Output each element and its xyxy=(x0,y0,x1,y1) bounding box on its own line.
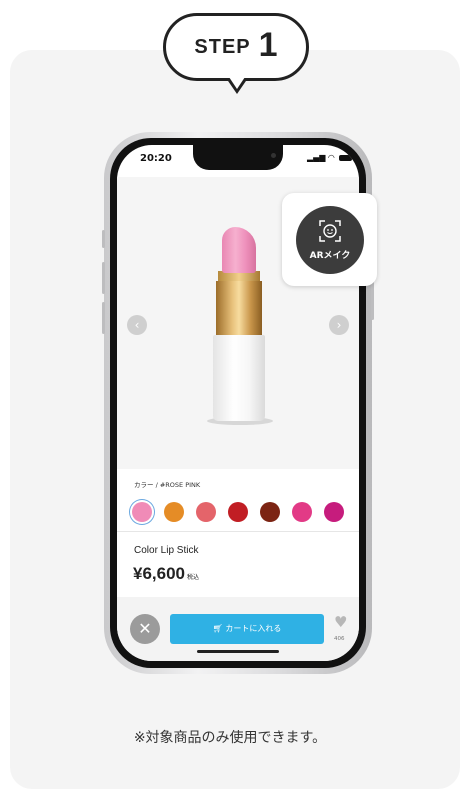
lipstick-case xyxy=(213,335,265,421)
volume-down-button xyxy=(102,302,105,334)
status-icons: ▂▄▆ ◠ xyxy=(307,153,353,162)
wifi-icon: ◠ xyxy=(328,153,335,162)
step-label: STEP xyxy=(194,35,251,58)
volume-up-button xyxy=(102,262,105,294)
divider xyxy=(117,531,359,532)
step-number: 1 xyxy=(258,25,278,64)
speech-bubble-tail-fill xyxy=(229,77,245,89)
product-name: Color Lip Stick xyxy=(134,545,199,556)
cart-button-label: カートに入れる xyxy=(225,624,282,633)
ar-makeup-panel: ARメイク xyxy=(282,193,377,286)
availability-note: ※対象商品のみ使用できます。 xyxy=(133,730,327,746)
prev-image-button[interactable]: ‹ xyxy=(127,315,147,335)
ar-button-label: ARメイク xyxy=(309,251,351,261)
mute-switch xyxy=(102,230,105,248)
face-scan-icon xyxy=(319,220,341,242)
signal-icon: ▂▄▆ xyxy=(307,153,326,162)
price-value: ¥6,600 xyxy=(133,564,185,583)
status-time: 20:20 xyxy=(140,153,172,164)
heart-icon[interactable]: ♥ xyxy=(334,614,347,630)
ar-makeup-button[interactable]: ARメイク xyxy=(296,206,364,274)
tax-label: 税込 xyxy=(187,575,200,581)
next-image-button[interactable]: › xyxy=(329,315,349,335)
color-swatch-4[interactable] xyxy=(228,502,248,522)
color-swatch-3[interactable] xyxy=(196,502,216,522)
close-button[interactable]: ✕ xyxy=(130,614,160,644)
phone-notch xyxy=(193,145,283,170)
battery-icon xyxy=(339,154,353,161)
add-to-cart-button[interactable]: 🛒︎ カートに入れる xyxy=(170,614,324,644)
cart-icon: 🛒︎ xyxy=(212,624,226,633)
step-speech-bubble: STEP 1 xyxy=(163,13,309,81)
color-swatch-2[interactable] xyxy=(164,502,184,522)
color-swatch-7[interactable] xyxy=(324,502,344,522)
lipstick-gold-tube xyxy=(216,281,262,335)
favorite-count: 406 xyxy=(334,636,345,642)
product-price: ¥6,600 税込 xyxy=(133,564,199,584)
color-swatch-5[interactable] xyxy=(260,502,280,522)
color-swatch-1[interactable] xyxy=(132,502,152,522)
color-label: カラー / #ROSE PINK xyxy=(134,481,201,489)
lipstick-bullet xyxy=(222,227,256,273)
color-swatch-6[interactable] xyxy=(292,502,312,522)
home-indicator xyxy=(197,650,279,653)
camera-icon xyxy=(271,153,276,158)
